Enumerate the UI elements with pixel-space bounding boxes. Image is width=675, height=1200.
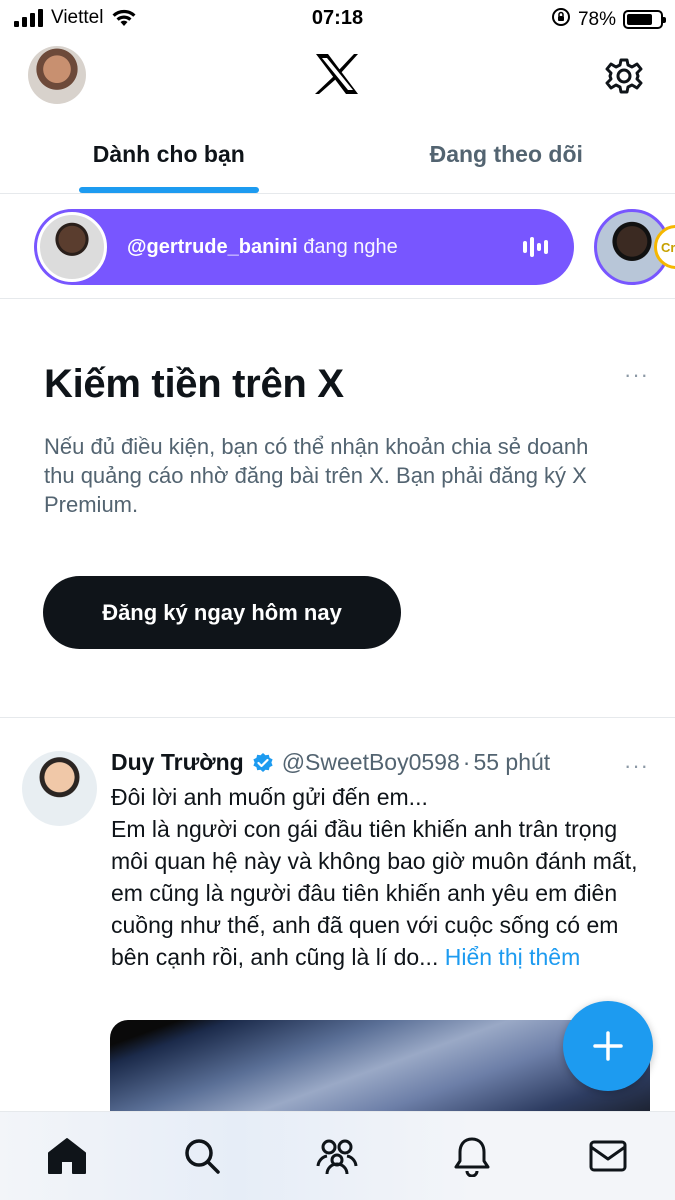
bottom-navigation (0, 1111, 675, 1200)
promo-description: Nếu đủ điều kiện, bạn có thể nhận khoản … (44, 434, 589, 517)
tweet-header: Duy Trường @SweetBoy0598 · 55 phút (111, 749, 550, 776)
timeline-tabs: Dành cho bạn Đang theo dõi (0, 116, 675, 194)
x-logo-icon (314, 52, 360, 96)
live-space-pill[interactable]: @gertrude_banini đang nghe (34, 209, 574, 285)
plus-icon (593, 1031, 623, 1061)
promo-title: Kiếm tiền trên X (44, 362, 344, 406)
tweet-more-options-icon[interactable]: ··· (624, 753, 649, 779)
nav-notifications[interactable] (450, 1134, 494, 1178)
battery-fill (627, 14, 652, 25)
status-bar: Viettel 07:18 78% (0, 0, 675, 38)
communities-icon (316, 1139, 358, 1175)
space-status: đang nghe (297, 235, 398, 258)
verified-badge-icon (253, 752, 273, 772)
search-icon (185, 1139, 220, 1174)
gear-icon[interactable] (604, 56, 644, 96)
audio-wave-icon (523, 237, 548, 257)
tweet-author-name[interactable]: Duy Trường (111, 749, 244, 776)
monetization-card: Kiếm tiền trên X ··· Nếu đủ điều kiện, b… (0, 300, 675, 718)
tweet-text-first-line: Đôi lời anh muốn gửi đến em... (111, 784, 428, 810)
tab-following[interactable]: Đang theo dõi (338, 116, 675, 193)
nav-communities[interactable] (315, 1134, 359, 1178)
app-header (0, 38, 675, 116)
nav-home[interactable] (45, 1134, 89, 1178)
notifications-icon (454, 1137, 490, 1177)
battery-icon (623, 10, 666, 29)
home-icon (48, 1138, 86, 1174)
tab-for-you[interactable]: Dành cho bạn (0, 116, 338, 193)
space-listening-text: @gertrude_banini đang nghe (127, 236, 398, 259)
tweet-author-avatar[interactable] (22, 751, 97, 826)
promo-more-options-icon[interactable]: ··· (624, 362, 649, 388)
tweet-author-handle[interactable]: @SweetBoy0598 (282, 749, 460, 776)
messages-icon (589, 1140, 627, 1172)
tweet-timestamp[interactable]: 55 phút (473, 749, 550, 776)
nav-search[interactable] (180, 1134, 224, 1178)
space-host-avatar (37, 212, 107, 282)
tweet-separator: · (462, 749, 471, 775)
tweet-text: Đôi lời anh muốn gửi đến em... Em là ngư… (111, 781, 651, 973)
space-user-handle: @gertrude_banini (127, 235, 298, 258)
show-more-link[interactable]: Hiển thị thêm (445, 944, 581, 970)
profile-avatar[interactable] (28, 46, 86, 104)
subscribe-button[interactable]: Đăng ký ngay hôm nay (43, 576, 401, 649)
status-right: 78% (551, 7, 666, 32)
compose-button[interactable] (563, 1001, 653, 1091)
live-spaces-row: @gertrude_banini đang nghe Cr (0, 195, 675, 299)
nav-messages[interactable] (586, 1134, 630, 1178)
battery-percent: 78% (577, 8, 616, 30)
orientation-lock-icon (551, 7, 571, 32)
active-tab-indicator (79, 187, 259, 193)
